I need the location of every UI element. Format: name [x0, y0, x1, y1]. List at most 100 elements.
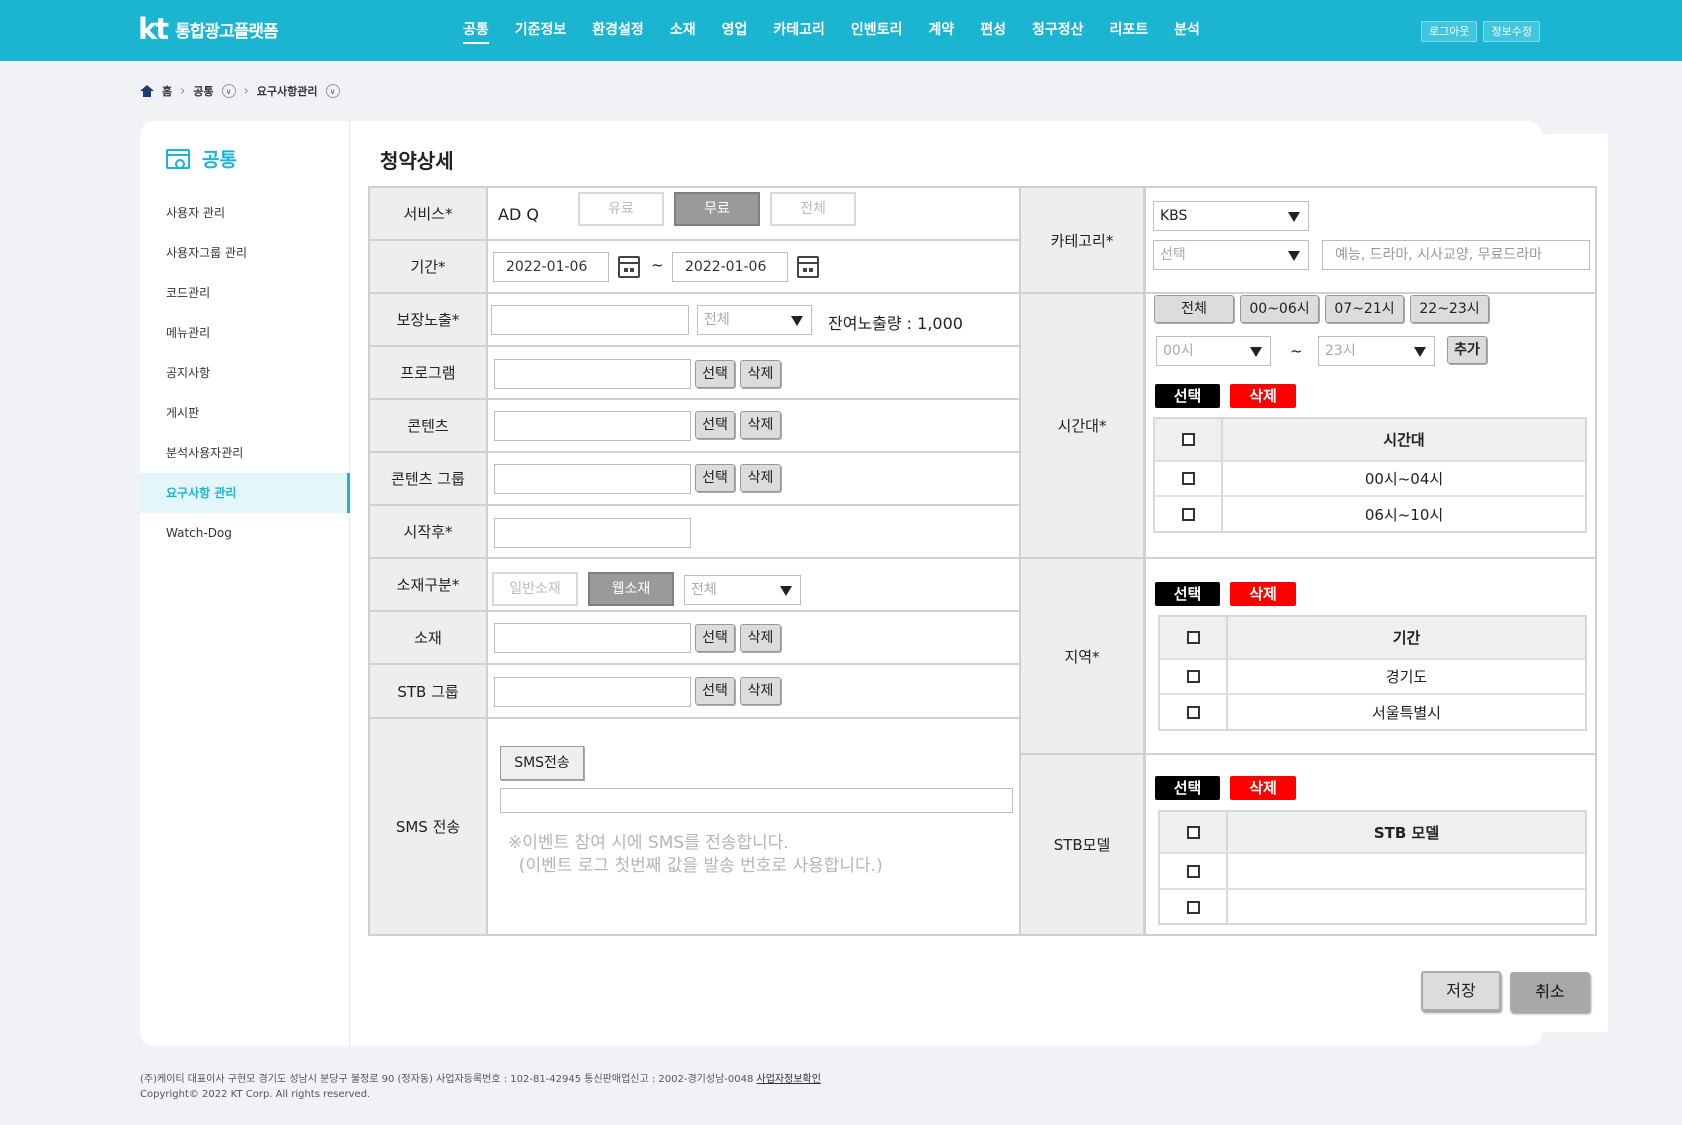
category-select-primary[interactable]: KBS: [1153, 201, 1309, 231]
timeslot-select-button[interactable]: 선택: [1155, 384, 1220, 408]
row-checkbox[interactable]: [1186, 864, 1200, 878]
business-info-link[interactable]: 사업자정보확인: [757, 1074, 821, 1085]
nav-category[interactable]: 카테고리: [773, 0, 825, 61]
logo-text: 통합광고플랫폼: [175, 21, 278, 42]
logo[interactable]: kt 통합광고플랫폼: [138, 14, 279, 44]
nav-schedule[interactable]: 편성: [980, 0, 1006, 61]
nav-inventory[interactable]: 인벤토리: [851, 0, 903, 61]
nav-material[interactable]: 소재: [670, 0, 696, 61]
sms-input[interactable]: [500, 788, 1013, 813]
breadcrumb-home[interactable]: 홈: [162, 83, 172, 99]
region-delete-button[interactable]: 삭제: [1230, 582, 1296, 606]
contents-input[interactable]: [494, 411, 691, 441]
contents-group-input[interactable]: [494, 464, 691, 494]
row-checkbox[interactable]: [1186, 670, 1200, 683]
timeslot-to-value: 23시: [1325, 343, 1356, 359]
nav-base-info[interactable]: 기준정보: [515, 0, 567, 61]
stb-model-header: STB 모델: [1373, 823, 1440, 842]
contents-delete-button[interactable]: 삭제: [740, 411, 781, 439]
region-select-button[interactable]: 선택: [1155, 582, 1220, 606]
dropdown-arrow-icon: [791, 316, 803, 326]
cancel-button[interactable]: 취소: [1510, 972, 1590, 1012]
service-paid-toggle[interactable]: 유료: [578, 192, 664, 226]
nav-report[interactable]: 리포트: [1109, 0, 1148, 61]
sidebar-item-notice[interactable]: 공지사항: [140, 353, 350, 393]
timeslot-preset-07-21[interactable]: 07~21시: [1325, 295, 1404, 323]
sidebar-item-menu-management[interactable]: 메뉴관리: [140, 313, 350, 353]
stb-group-select-button[interactable]: 선택: [695, 677, 735, 705]
sidebar-item-analysis-users[interactable]: 분석사용자관리: [140, 433, 350, 473]
nav-analysis[interactable]: 분석: [1174, 0, 1200, 61]
calendar-icon[interactable]: [618, 256, 640, 278]
guaranteed-select[interactable]: 전체: [697, 305, 812, 335]
sidebar-item-requirements[interactable]: 요구사항 관리: [140, 473, 350, 513]
row-checkbox[interactable]: [1186, 706, 1200, 719]
material-web-toggle[interactable]: 웹소재: [588, 572, 674, 606]
service-all-toggle[interactable]: 전체: [770, 192, 856, 226]
row-checkbox[interactable]: [1186, 901, 1200, 914]
material-type-select[interactable]: 전체: [684, 575, 801, 605]
sidebar-item-board[interactable]: 게시판: [140, 393, 350, 433]
nav-sales[interactable]: 영업: [722, 0, 748, 61]
service-free-toggle[interactable]: 무료: [674, 192, 760, 226]
material-select-button[interactable]: 선택: [695, 624, 735, 652]
row-checkbox-cell: [1160, 854, 1228, 888]
sidebar-item-user-group-management[interactable]: 사용자그룹 관리: [140, 233, 350, 273]
material-general-toggle[interactable]: 일반소재: [492, 572, 578, 606]
nav-settings[interactable]: 환경설정: [592, 0, 644, 61]
stb-model-select-button[interactable]: 선택: [1155, 776, 1220, 800]
sms-send-button[interactable]: SMS전송: [500, 746, 584, 780]
timeslot-from-select[interactable]: 00시: [1156, 336, 1271, 366]
material-input[interactable]: [494, 623, 691, 653]
material-delete-button[interactable]: 삭제: [740, 624, 781, 652]
timeslot-cell: 00시~04시: [1364, 470, 1444, 488]
sidebar-item-watch-dog[interactable]: Watch-Dog: [140, 513, 350, 553]
breadcrumb-level2[interactable]: 요구사항관리: [257, 83, 318, 99]
start-after-input[interactable]: [494, 518, 691, 548]
stb-group-input[interactable]: [494, 677, 691, 707]
sidebar-item-code-management[interactable]: 코드관리: [140, 273, 350, 313]
contents-group-delete-button[interactable]: 삭제: [740, 464, 781, 492]
label-sms: SMS 전송: [370, 719, 488, 934]
chevron-down-icon[interactable]: ∨: [221, 84, 236, 98]
nav-contract[interactable]: 계약: [928, 0, 954, 61]
table-row: 06시~10시: [1155, 497, 1585, 532]
edit-info-button[interactable]: 정보수정: [1483, 21, 1540, 42]
nav-billing[interactable]: 청구정산: [1032, 0, 1084, 61]
nav-common[interactable]: 공통: [463, 0, 489, 61]
label-contents-group: 콘텐츠 그룹: [370, 453, 488, 504]
chevron-down-icon[interactable]: ∨: [325, 84, 340, 98]
row-checkbox[interactable]: [1181, 472, 1195, 485]
program-delete-button[interactable]: 삭제: [740, 360, 781, 388]
logout-button[interactable]: 로그아웃: [1421, 21, 1478, 42]
home-icon[interactable]: [140, 85, 154, 97]
timeslot-preset-00-06[interactable]: 00~06시: [1240, 295, 1319, 323]
stb-group-delete-button[interactable]: 삭제: [740, 677, 781, 705]
timeslot-preset-22-23[interactable]: 22~23시: [1410, 295, 1489, 323]
contents-select-button[interactable]: 선택: [695, 411, 735, 439]
timeslot-to-select[interactable]: 23시: [1318, 336, 1435, 366]
category-tags-input[interactable]: 예능, 드라마, 시사교양, 무료드라마: [1322, 240, 1590, 270]
region-cell: 서울특별시: [1371, 704, 1441, 722]
select-all-checkbox[interactable]: [1186, 631, 1200, 644]
calendar-icon[interactable]: [797, 256, 819, 278]
program-input[interactable]: [494, 359, 691, 389]
period-end-input[interactable]: 2022-01-06: [672, 252, 788, 282]
guaranteed-input[interactable]: [491, 305, 689, 335]
timeslot-preset-all[interactable]: 전체: [1154, 295, 1234, 323]
row-checkbox[interactable]: [1181, 508, 1195, 521]
timeslot-add-button[interactable]: 추가: [1447, 336, 1487, 364]
select-all-checkbox[interactable]: [1181, 433, 1195, 446]
timeslot-delete-button[interactable]: 삭제: [1230, 384, 1296, 408]
program-select-button[interactable]: 선택: [695, 360, 735, 388]
contents-group-select-button[interactable]: 선택: [695, 464, 735, 492]
sidebar-item-user-management[interactable]: 사용자 관리: [140, 193, 350, 233]
row-checkbox-cell: [1160, 695, 1228, 730]
save-button[interactable]: 저장: [1421, 971, 1501, 1011]
stb-model-delete-button[interactable]: 삭제: [1230, 776, 1296, 800]
footer-company-info: (주)케이티 대표이사 구현모 경기도 성남시 분당구 불정로 90 (정자동)…: [140, 1074, 757, 1085]
breadcrumb-level1[interactable]: 공통: [193, 83, 213, 99]
period-start-input[interactable]: 2022-01-06: [493, 252, 609, 282]
category-select-secondary[interactable]: 선택: [1153, 240, 1309, 270]
select-all-checkbox[interactable]: [1186, 825, 1200, 839]
